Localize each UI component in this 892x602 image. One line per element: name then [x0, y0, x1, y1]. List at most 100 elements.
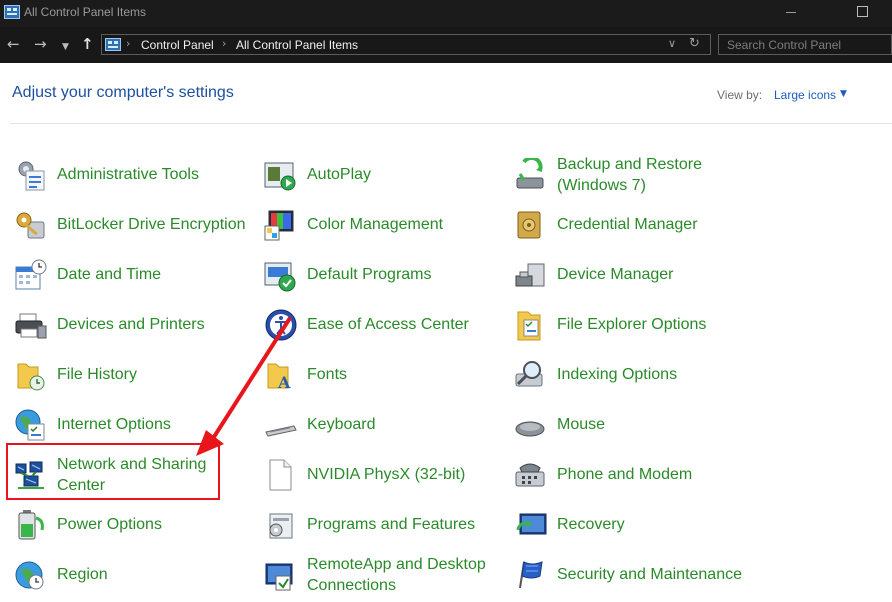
- maximize-button[interactable]: [857, 6, 868, 17]
- indexing-magnifier-icon: [515, 361, 543, 387]
- view-by-label: View by:: [717, 88, 763, 102]
- item-label: Date and Time: [57, 266, 162, 283]
- file-history-folder-icon: [17, 363, 45, 391]
- navigation-bar: ← → ▼ ↑ › Control Panel › All Control Pa…: [0, 27, 892, 63]
- breadcrumb-chevron-icon: ›: [126, 37, 131, 50]
- breadcrumb-all-items[interactable]: All Control Panel Items: [236, 38, 358, 52]
- item-label: Fonts: [307, 366, 348, 383]
- item-color-management[interactable]: Color Management: [264, 202, 504, 246]
- item-label: Backup and Restore (Windows 7): [557, 156, 702, 194]
- item-mouse[interactable]: Mouse: [514, 402, 754, 446]
- backup-restore-icon: [516, 158, 544, 189]
- ease-of-access-icon: [265, 309, 297, 341]
- item-file-explorer-options[interactable]: File Explorer Options: [514, 302, 754, 346]
- item-label: Devices and Printers: [57, 316, 205, 333]
- autoplay-icon: [264, 162, 296, 191]
- svg-text:A: A: [277, 373, 291, 392]
- keyboard-icon: [265, 425, 297, 437]
- item-label: Phone and Modem: [557, 466, 693, 483]
- item-remoteapp[interactable]: RemoteApp and Desktop Connections: [264, 552, 504, 596]
- item-phone-modem[interactable]: Phone and Modem: [514, 452, 754, 496]
- item-label: AutoPlay: [307, 166, 372, 183]
- item-label: File History: [57, 366, 138, 383]
- programs-features-icon: [269, 513, 293, 539]
- battery-power-icon: [18, 510, 44, 540]
- remoteapp-icon: [265, 563, 293, 591]
- item-programs-features[interactable]: Programs and Features: [264, 502, 504, 546]
- item-power-options[interactable]: Power Options: [14, 502, 254, 546]
- item-fonts[interactable]: A Fonts: [264, 352, 504, 396]
- calendar-clock-icon: [15, 259, 47, 290]
- item-security-maintenance[interactable]: Security and Maintenance: [514, 552, 754, 596]
- item-bitlocker[interactable]: BitLocker Drive Encryption: [14, 202, 254, 246]
- device-manager-icon: [515, 263, 545, 287]
- document-icon: [269, 459, 292, 491]
- refresh-icon[interactable]: ↻: [689, 36, 700, 51]
- administrative-tools-icon: [18, 161, 45, 191]
- search-input[interactable]: Search Control Panel: [718, 34, 892, 55]
- control-panel-icon: [4, 5, 20, 19]
- default-programs-icon: [264, 262, 296, 292]
- item-label: Indexing Options: [557, 366, 678, 383]
- item-label: Mouse: [557, 416, 606, 433]
- item-nvidia-physx[interactable]: NVIDIA PhysX (32-bit): [264, 452, 504, 496]
- breadcrumb-chevron-icon[interactable]: ›: [222, 37, 226, 50]
- title-bar: All Control Panel Items: [0, 0, 892, 27]
- globe-icon: [15, 409, 45, 441]
- item-keyboard[interactable]: Keyboard: [264, 402, 504, 446]
- item-backup-restore[interactable]: Backup and Restore (Windows 7): [514, 152, 754, 196]
- item-date-time[interactable]: Date and Time: [14, 252, 254, 296]
- address-bar[interactable]: › Control Panel › All Control Panel Item…: [101, 34, 711, 55]
- minimize-button[interactable]: [786, 12, 796, 13]
- item-ease-of-access[interactable]: Ease of Access Center: [264, 302, 504, 346]
- chevron-down-icon[interactable]: ▼: [840, 89, 847, 99]
- item-devices-printers[interactable]: Devices and Printers: [14, 302, 254, 346]
- item-autoplay[interactable]: AutoPlay: [264, 152, 504, 196]
- item-device-manager[interactable]: Device Manager: [514, 252, 754, 296]
- item-internet-options[interactable]: Internet Options: [14, 402, 254, 446]
- item-region[interactable]: Region: [14, 552, 254, 596]
- forward-arrow-icon[interactable]: →: [34, 35, 47, 53]
- item-credential-manager[interactable]: Credential Manager: [514, 202, 754, 246]
- breadcrumb-control-panel[interactable]: Control Panel: [141, 38, 214, 52]
- address-dropdown-icon[interactable]: ∨: [668, 37, 676, 50]
- security-flag-icon: [519, 561, 543, 589]
- item-label: Region: [57, 566, 108, 583]
- item-label: Device Manager: [557, 266, 674, 283]
- item-label: BitLocker Drive Encryption: [57, 216, 246, 233]
- item-recovery[interactable]: Recovery: [514, 502, 754, 546]
- credential-vault-icon: [517, 211, 541, 239]
- item-label: Keyboard: [307, 416, 376, 433]
- region-globe-clock-icon: [15, 561, 44, 590]
- back-arrow-icon[interactable]: ←: [7, 35, 20, 53]
- item-label: RemoteApp and Desktop Connections: [307, 556, 486, 594]
- item-default-programs[interactable]: Default Programs: [264, 252, 504, 296]
- page-title: Adjust your computer's settings: [12, 84, 234, 101]
- item-label: Ease of Access Center: [307, 316, 469, 333]
- item-label: Color Management: [307, 216, 444, 233]
- recovery-icon: [516, 513, 547, 535]
- item-file-history[interactable]: File History: [14, 352, 254, 396]
- color-management-icon: [264, 210, 294, 241]
- item-label: Power Options: [57, 516, 162, 533]
- item-label: Internet Options: [57, 416, 171, 433]
- file-explorer-options-icon: [517, 311, 541, 341]
- highlight-box: [6, 443, 220, 500]
- mouse-icon: [515, 421, 545, 437]
- item-indexing-options[interactable]: Indexing Options: [514, 352, 754, 396]
- item-label: Administrative Tools: [57, 166, 199, 183]
- window-title: All Control Panel Items: [24, 5, 147, 19]
- up-arrow-icon[interactable]: ↑: [81, 35, 94, 53]
- item-label: Security and Maintenance: [557, 566, 742, 583]
- view-mode-dropdown[interactable]: Large icons: [774, 88, 836, 102]
- control-panel-icon: [105, 38, 121, 51]
- item-administrative-tools[interactable]: Administrative Tools: [14, 152, 254, 196]
- item-label: Recovery: [557, 516, 625, 533]
- item-label: NVIDIA PhysX (32-bit): [307, 466, 466, 483]
- item-label: File Explorer Options: [557, 316, 707, 333]
- fonts-folder-icon: A: [267, 363, 291, 392]
- item-label: Programs and Features: [307, 516, 476, 533]
- recent-locations-chevron-icon[interactable]: ▼: [62, 38, 69, 56]
- printer-icon: [15, 313, 47, 339]
- item-label: Credential Manager: [557, 216, 698, 233]
